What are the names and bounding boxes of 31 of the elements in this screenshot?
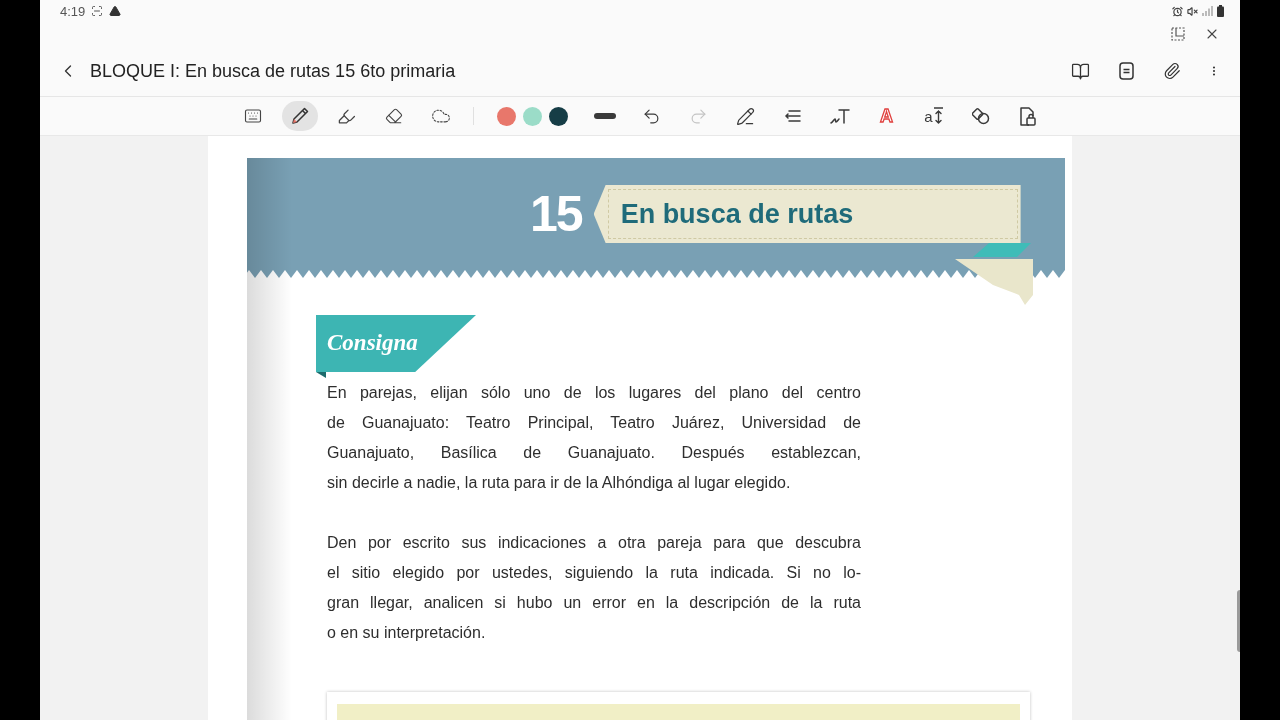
eraser-icon <box>384 107 403 125</box>
keyboard-icon <box>243 107 262 125</box>
book-icon <box>1070 61 1090 81</box>
text-spacing-button[interactable]: a <box>915 101 952 131</box>
screenshot-icon <box>91 5 104 17</box>
pen-icon <box>289 106 310 126</box>
document-title: BLOQUE I: En busca de rutas 15 6to primaria <box>90 59 456 83</box>
attach-button[interactable] <box>1162 61 1182 81</box>
signal-icon <box>1202 6 1213 16</box>
chapter-title: En busca de rutas <box>620 197 854 231</box>
section-label: Consigna <box>327 329 418 358</box>
battery-icon <box>1217 5 1224 17</box>
reading-mode-button[interactable] <box>1070 61 1090 81</box>
scroll-handle[interactable] <box>1237 590 1240 652</box>
warning-icon <box>109 5 122 17</box>
color-swatch[interactable] <box>496 106 516 126</box>
instruction-paragraph: En parejas, elijan sólo uno de los lugares del plano del centro de Guanajuato: Teatro Principal, Teatro Juárez, Universidad de Guanajuato, Basílica de Guanajuato. Después establezcan, sin decirle a nadie, la ruta para ir de la Alhóndiga al lugar elegido. <box>327 383 861 493</box>
mute-icon <box>1187 5 1198 17</box>
dashed-square-icon <box>1171 27 1185 41</box>
paperclip-icon <box>1163 62 1181 80</box>
color-swatch[interactable] <box>548 106 568 126</box>
notes-button[interactable] <box>1116 61 1136 81</box>
pen-tool[interactable] <box>281 101 318 131</box>
popup-view-button[interactable] <box>1170 26 1186 42</box>
note-icon <box>1118 62 1134 80</box>
status-time: 4:19 <box>60 4 86 18</box>
instruction-paragraph: Den por escrito sus indicaciones a otra pareja para que descubra el sitio elegido por ustedes, siguiendo la ruta indicada. Si no lo- gran llegar, analicen si hubo un error en la descripción de la ruta o en su interpretación. <box>327 533 861 643</box>
alarm-icon <box>1172 5 1183 17</box>
color-swatch[interactable] <box>522 106 542 126</box>
chapter-number: 15 <box>530 185 582 243</box>
tag-fold-icon <box>316 372 326 378</box>
